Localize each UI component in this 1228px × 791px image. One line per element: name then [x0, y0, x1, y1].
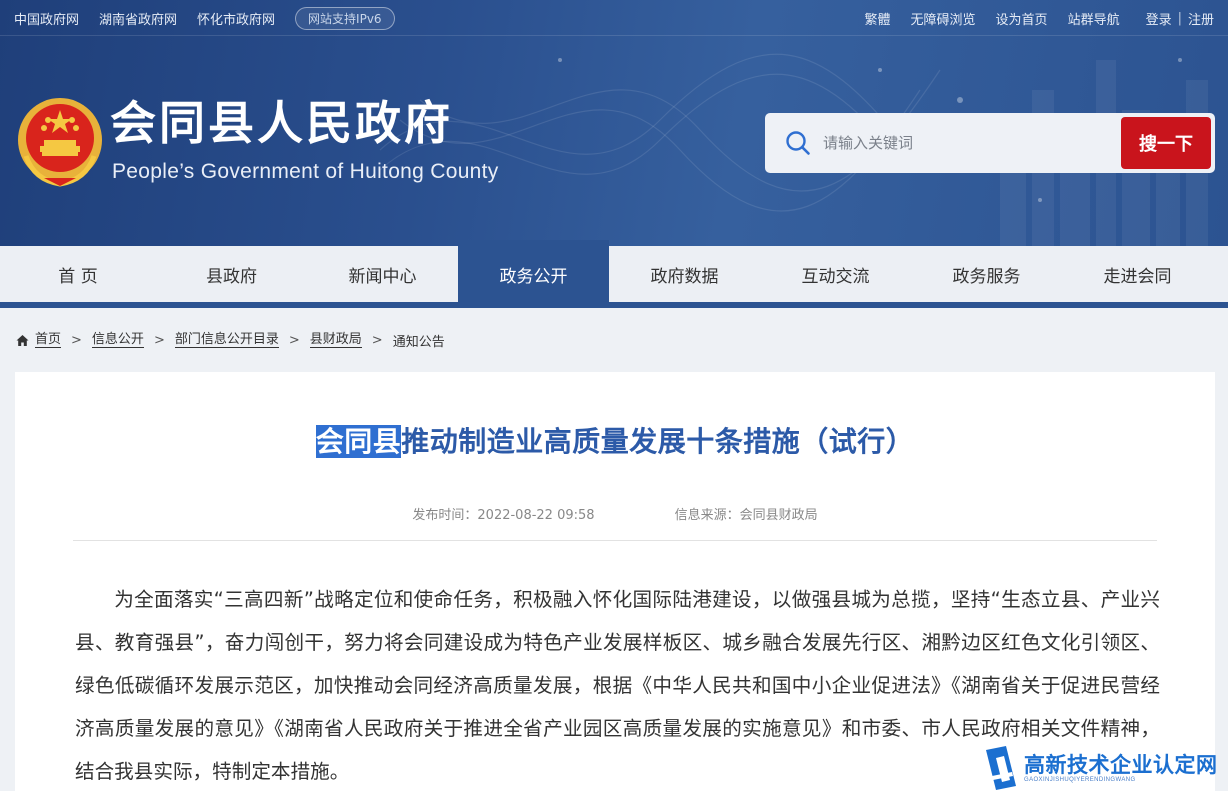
login-link[interactable]: 登录 — [1146, 9, 1172, 28]
ipv6-badge: 网站支持IPv6 — [295, 6, 395, 30]
article-title: 会同县推动制造业高质量发展十条措施（试行） — [15, 422, 1215, 462]
breadcrumb-separator: > — [288, 332, 300, 348]
watermark-pinyin: GAOXINJISHUQIYERENDINGWANG — [1024, 776, 1136, 783]
link-hunan-gov[interactable]: 湖南省政府网 — [99, 9, 177, 28]
register-link[interactable]: 注册 — [1188, 9, 1214, 28]
site-group-nav-link[interactable]: 站群导航 — [1068, 9, 1120, 28]
header-banner: 中国政府网 湖南省政府网 怀化市政府网 网站支持IPv6 繁體 无障碍浏览 设为… — [0, 0, 1228, 246]
breadcrumb-finance-bureau[interactable]: 县财政局 — [309, 332, 362, 348]
nav-county-gov[interactable]: 县政府 — [156, 246, 307, 302]
breadcrumb-dept-catalog[interactable]: 部门信息公开目录 — [174, 332, 279, 348]
top-utility-bar: 中国政府网 湖南省政府网 怀化市政府网 网站支持IPv6 繁體 无障碍浏览 设为… — [0, 0, 1228, 36]
article-divider — [73, 540, 1157, 541]
publish-time: 发布时间：2022-08-22 09:58 — [412, 508, 595, 523]
auth-separator: | — [1177, 10, 1182, 26]
breadcrumb-separator: > — [71, 332, 82, 348]
nav-gov-data[interactable]: 政府数据 — [609, 246, 760, 302]
breadcrumb-separator: > — [371, 332, 383, 348]
search-input[interactable] — [823, 128, 1113, 158]
article-meta: 发布时间：2022-08-22 09:58 信息来源：会同县财政局 — [15, 504, 1215, 523]
watermark-logo-icon — [986, 745, 1016, 790]
nav-gov-affairs-open[interactable]: 政务公开 — [458, 240, 609, 302]
main-nav: 首 页 县政府 新闻中心 政务公开 政府数据 互动交流 政务服务 走进会同 — [0, 240, 1228, 308]
article-title-rest: 推动制造业高质量发展十条措施（试行） — [401, 425, 915, 458]
national-emblem-icon — [18, 98, 102, 187]
traditional-chinese-link[interactable]: 繁體 — [865, 9, 891, 28]
nav-news-center[interactable]: 新闻中心 — [307, 246, 458, 302]
set-homepage-link[interactable]: 设为首页 — [996, 9, 1048, 28]
nav-gov-services[interactable]: 政务服务 — [911, 246, 1062, 302]
watermark: 高新技术企业认定网 GAOXINJISHUQIYERENDINGWANG — [982, 744, 1228, 791]
link-huaihua-gov[interactable]: 怀化市政府网 — [197, 9, 275, 28]
search-icon — [786, 131, 810, 155]
breadcrumb-current: 通知公告 — [392, 334, 445, 350]
nav-interaction[interactable]: 互动交流 — [760, 246, 911, 302]
home-icon — [16, 334, 29, 346]
site-subtitle: People’s Government of Huitong County — [112, 160, 499, 183]
link-gov-cn[interactable]: 中国政府网 — [14, 9, 79, 28]
info-source: 信息来源：会同县财政局 — [674, 508, 818, 523]
watermark-name: 高新技术企业认定网 — [1024, 752, 1218, 777]
search-button[interactable]: 搜一下 — [1121, 117, 1211, 169]
site-title: 会同县人民政府 — [110, 96, 453, 150]
nav-about-huitong[interactable]: 走进会同 — [1062, 246, 1213, 302]
nav-home[interactable]: 首 页 — [0, 246, 156, 302]
accessibility-link[interactable]: 无障碍浏览 — [911, 9, 976, 28]
breadcrumb-info-open[interactable]: 信息公开 — [91, 332, 144, 348]
breadcrumb: 首页 > 信息公开 > 部门信息公开目录 > 县财政局 > 通知公告 — [16, 330, 445, 350]
article-title-highlight: 会同县 — [315, 425, 402, 458]
breadcrumb-separator: > — [153, 332, 165, 348]
breadcrumb-home[interactable]: 首页 — [35, 332, 62, 348]
search-box: 搜一下 — [765, 113, 1215, 173]
article-panel: 会同县推动制造业高质量发展十条措施（试行） 发布时间：2022-08-22 09… — [15, 372, 1215, 791]
